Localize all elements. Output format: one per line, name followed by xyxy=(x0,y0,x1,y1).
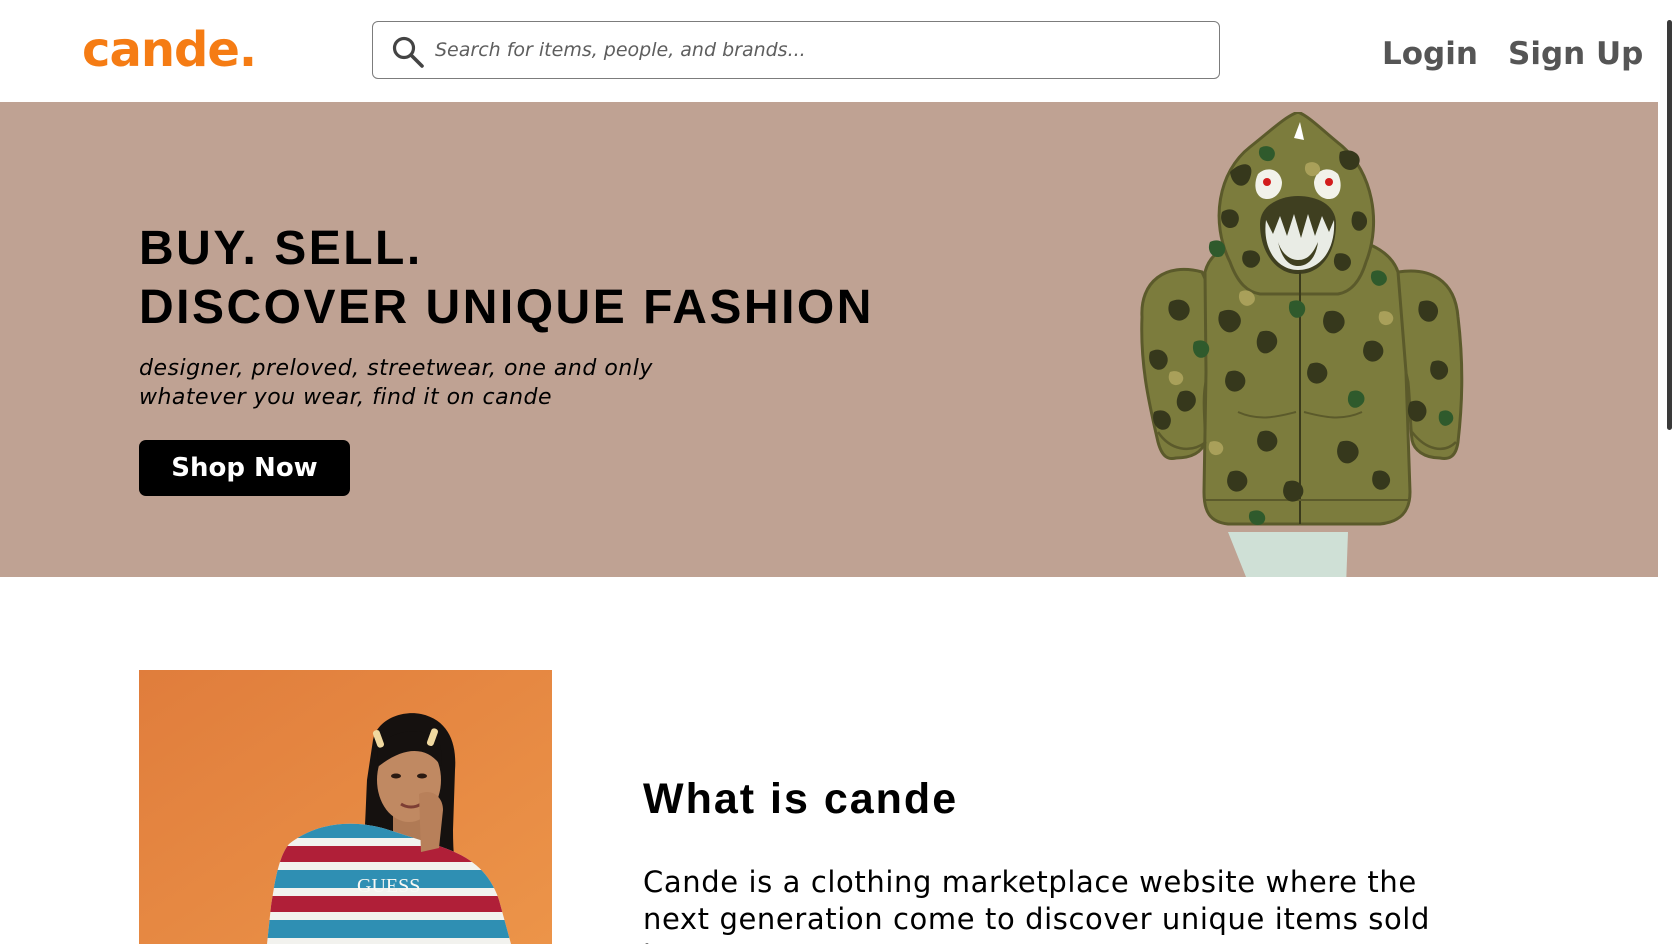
about-heading: What is cande xyxy=(643,775,959,823)
hero-subtitle-line1: designer, preloved, streetwear, one and … xyxy=(139,356,653,381)
model-photo-illustration: GUESS xyxy=(139,670,552,944)
hero-title: BUY. SELL. DISCOVER UNIQUE FASHION xyxy=(139,219,874,337)
site-logo[interactable]: cande. xyxy=(82,22,257,78)
search-bar[interactable] xyxy=(372,21,1220,79)
page-scrollbar[interactable] xyxy=(1658,0,1675,944)
search-icon[interactable] xyxy=(391,35,425,69)
signup-link[interactable]: Sign Up xyxy=(1508,36,1643,72)
hero-title-line2: DISCOVER UNIQUE FASHION xyxy=(139,281,874,334)
about-photo: GUESS xyxy=(139,670,552,944)
login-link[interactable]: Login xyxy=(1382,36,1478,72)
hoodie-illustration xyxy=(1140,112,1464,577)
site-header: cande. Login Sign Up xyxy=(0,0,1675,102)
shirt-print-text: GUESS xyxy=(357,875,420,897)
hero-banner: BUY. SELL. DISCOVER UNIQUE FASHION desig… xyxy=(0,102,1675,577)
about-body-text: Cande is a clothing marketplace website … xyxy=(643,865,1430,944)
hero-subtitle-line2: whatever you wear, find it on cande xyxy=(139,385,553,410)
scrollbar-thumb[interactable] xyxy=(1667,20,1672,430)
shop-now-button[interactable]: Shop Now xyxy=(139,440,350,496)
search-input[interactable] xyxy=(435,22,1205,77)
hero-title-line1: BUY. SELL. xyxy=(139,222,423,275)
hero-subtitle: designer, preloved, streetwear, one and … xyxy=(139,354,653,412)
